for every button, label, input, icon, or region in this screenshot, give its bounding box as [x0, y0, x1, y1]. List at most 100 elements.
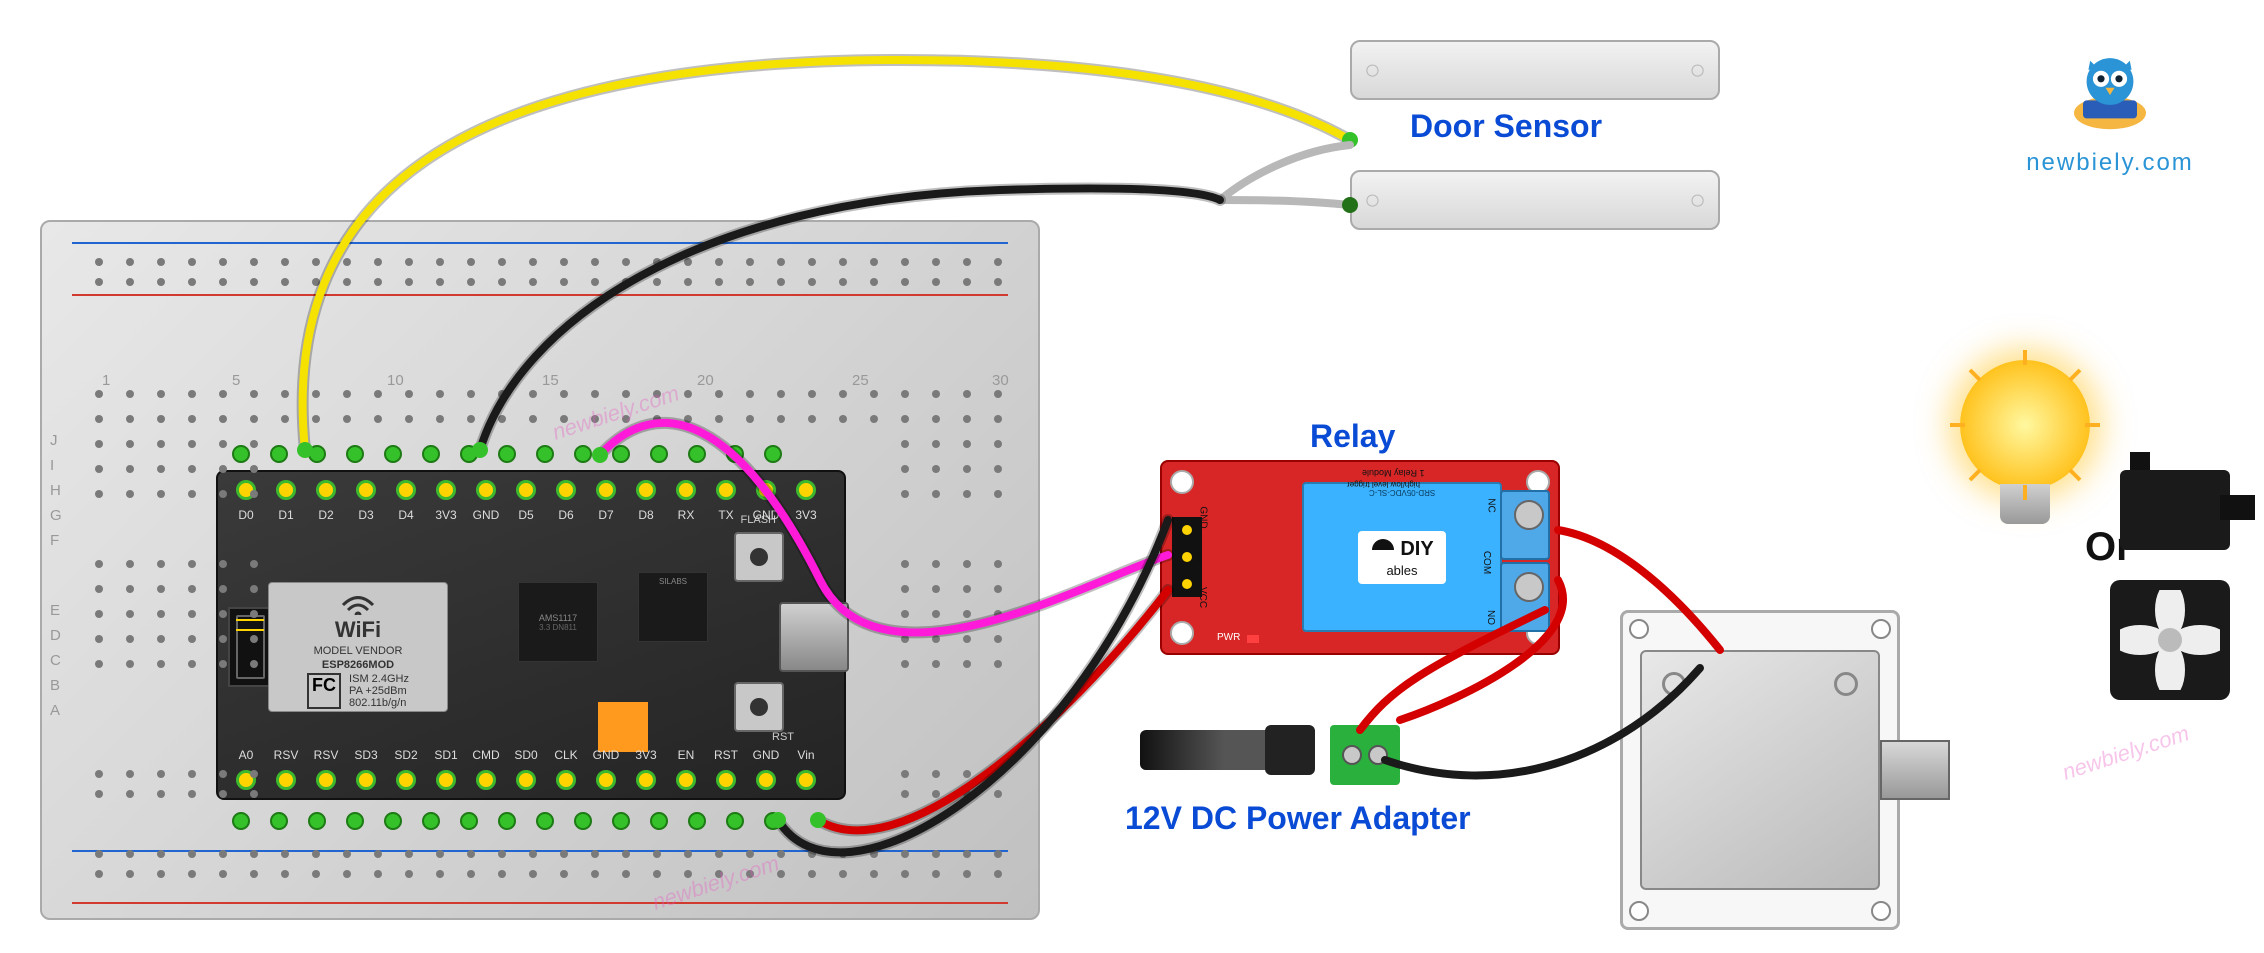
bb-hole [157, 660, 165, 668]
bb-hole [777, 415, 785, 423]
bb-hole [901, 660, 909, 668]
bb-hole [343, 415, 351, 423]
bb-hole [126, 258, 134, 266]
relay-module: GND IN VCC DIY ables SRD-05VDC-SL-C 1 Re… [1160, 460, 1560, 655]
ams1117-chip: AMS1117 3.3 DN811 [518, 582, 598, 662]
relay-sub: high/low level trigger [1347, 480, 1420, 489]
bb-hole [219, 390, 227, 398]
bb-hole [901, 465, 909, 473]
orange-chip [598, 702, 648, 752]
pin-label-d3: D3 [352, 508, 380, 522]
reset-button[interactable] [734, 682, 784, 732]
bb-hole [250, 870, 258, 878]
bb-hole [963, 585, 971, 593]
bb-hole [157, 415, 165, 423]
row-a: A [50, 702, 60, 719]
pin-label-sd2: SD2 [392, 748, 420, 762]
bb-hole [250, 415, 258, 423]
bb-hole [281, 415, 289, 423]
esp8266-board: WiFi MODEL VENDOR ESP8266MOD FC ISM 2.4G… [216, 470, 846, 800]
pin-3v3 [636, 770, 656, 790]
dc-jack [1140, 730, 1280, 770]
bb-hole [95, 660, 103, 668]
bb-hole [901, 415, 909, 423]
bb-hole [250, 465, 258, 473]
bb-hole [777, 390, 785, 398]
pin-d6 [556, 480, 576, 500]
row-j: J [50, 432, 58, 449]
bb-hole [95, 585, 103, 593]
bb-hole [219, 465, 227, 473]
bb-hole [250, 850, 258, 858]
bb-hole [219, 560, 227, 568]
bb-hole [684, 258, 692, 266]
bb-hole [436, 415, 444, 423]
pin-label-rsv: RSV [272, 748, 300, 762]
tiepoint [308, 445, 326, 463]
tiepoint [498, 812, 516, 830]
pin-d3 [356, 480, 376, 500]
bb-hole [901, 490, 909, 498]
bb-hole [901, 585, 909, 593]
pin-label-d1: D1 [272, 508, 300, 522]
bb-hole [436, 850, 444, 858]
lightbulb-icon [1960, 360, 2090, 530]
pin-label-gnd: GND [472, 508, 500, 522]
bb-hole [126, 278, 134, 286]
bb-hole [467, 278, 475, 286]
pin-label-3v3: 3V3 [432, 508, 460, 522]
solenoid-lock [1640, 610, 1920, 930]
bb-hole [250, 610, 258, 618]
row-c: C [50, 652, 61, 669]
power-adapter-label: 12V DC Power Adapter [1125, 800, 1471, 837]
pin-vin [796, 770, 816, 790]
bb-hole [219, 258, 227, 266]
bb-hole [126, 635, 134, 643]
bb-hole [622, 850, 630, 858]
shield-std: 802.11b/g/n [349, 697, 409, 709]
newbiely-logo: newbiely.com [2025, 50, 2195, 177]
bb-hole [157, 770, 165, 778]
col-1: 1 [102, 372, 110, 389]
bb-hole [188, 635, 196, 643]
pin-sd0 [516, 770, 536, 790]
bb-hole [343, 850, 351, 858]
bb-hole [529, 870, 537, 878]
bb-hole [839, 415, 847, 423]
pin-label-d8: D8 [632, 508, 660, 522]
bb-hole [250, 278, 258, 286]
silabs-chip: SILABS [638, 572, 708, 642]
pin-rst [716, 770, 736, 790]
bb-hole [157, 850, 165, 858]
bb-hole [870, 258, 878, 266]
tiepoint [612, 445, 630, 463]
dc-terminal [1330, 725, 1400, 785]
bb-hole [126, 870, 134, 878]
pin-label-rsv: RSV [312, 748, 340, 762]
bb-hole [808, 390, 816, 398]
bb-hole [901, 870, 909, 878]
bb-hole [870, 278, 878, 286]
col-10: 10 [387, 372, 404, 389]
bb-hole [126, 770, 134, 778]
tiepoint [536, 445, 554, 463]
bb-hole [219, 790, 227, 798]
bb-hole [219, 278, 227, 286]
bb-hole [994, 415, 1002, 423]
tiepoint [422, 445, 440, 463]
bb-hole [374, 278, 382, 286]
tiepoint [232, 445, 250, 463]
bb-hole [994, 770, 1002, 778]
pin-gnd [596, 770, 616, 790]
pin-sd2 [396, 770, 416, 790]
bb-hole [281, 870, 289, 878]
bb-hole [963, 415, 971, 423]
flash-button[interactable] [734, 532, 784, 582]
bb-hole [343, 390, 351, 398]
bb-hole [994, 610, 1002, 618]
bb-hole [715, 850, 723, 858]
bb-hole [95, 278, 103, 286]
bb-hole [126, 585, 134, 593]
pin-label-3v3: 3V3 [632, 748, 660, 762]
pin-d5 [516, 480, 536, 500]
